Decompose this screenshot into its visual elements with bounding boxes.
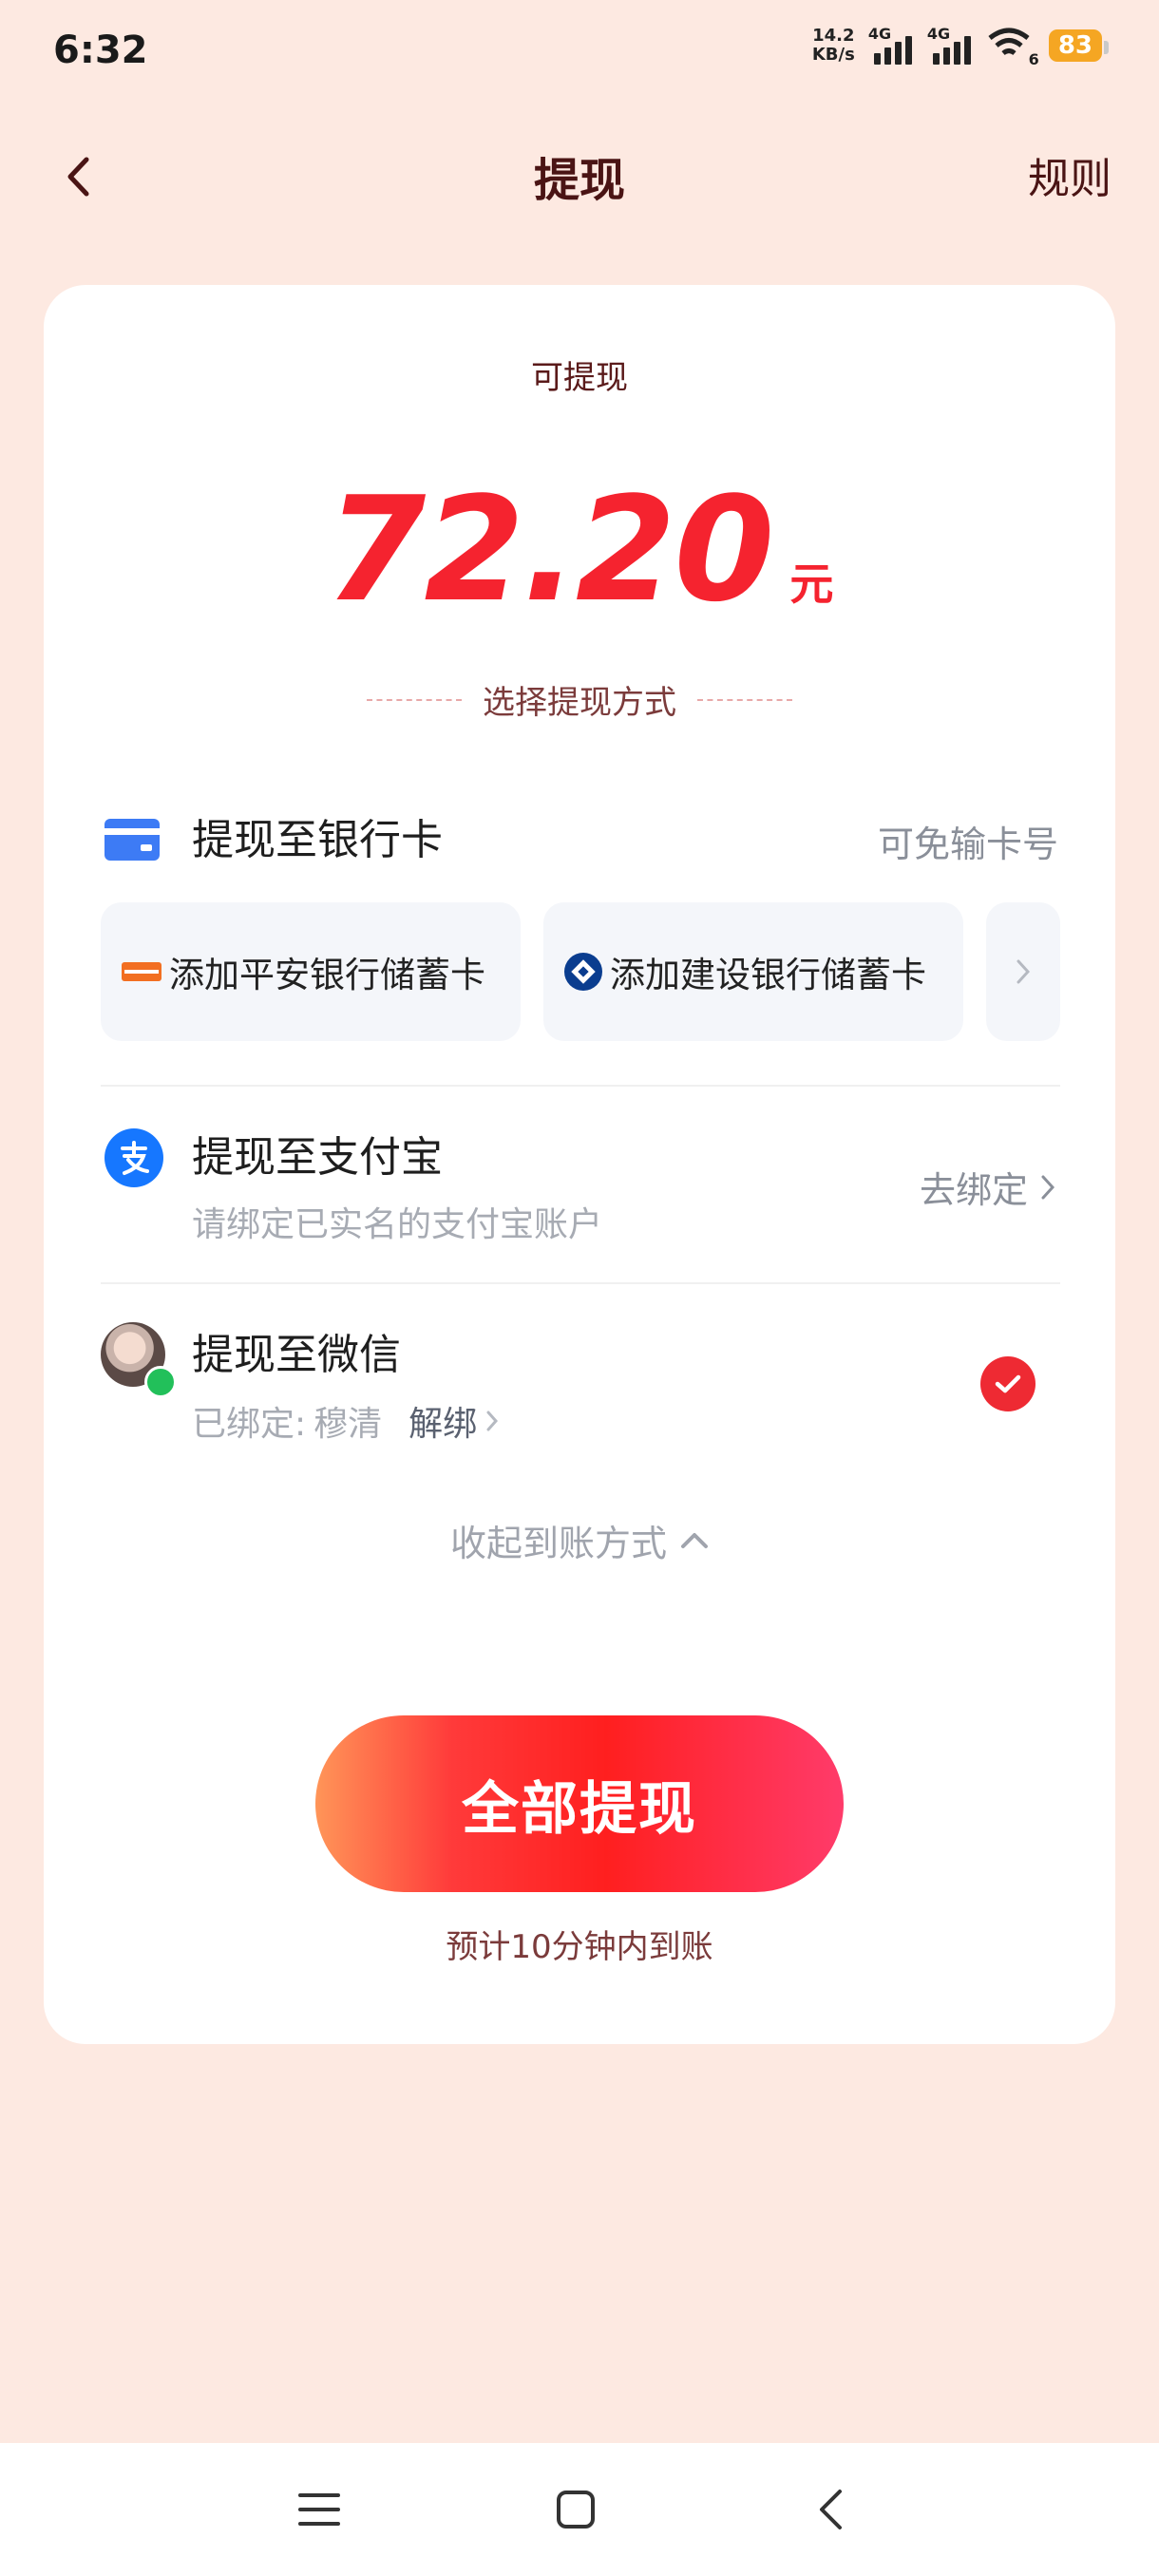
back-nav-button[interactable]: [800, 2479, 861, 2540]
wifi-icon: 6: [986, 27, 1039, 68]
square-home-icon: [557, 2491, 595, 2529]
page-title: 提现: [533, 154, 625, 207]
withdraw-all-button[interactable]: 全部提现: [315, 1715, 844, 1892]
add-ccb-card-button[interactable]: 添加建设银行储蓄卡: [543, 902, 963, 1041]
network-speed: 14.2 KB/s: [811, 26, 855, 65]
back-arrow-icon: [820, 2490, 842, 2529]
add-pingan-card-button[interactable]: 添加平安银行储蓄卡: [101, 902, 521, 1041]
status-icons: 14.2 KB/s 4G 4G 6 83: [811, 25, 1110, 68]
available-label: 可提现: [531, 359, 628, 397]
ccb-bank-icon: [564, 953, 602, 991]
menu-icon: [298, 2493, 340, 2526]
alipay-icon: [104, 1128, 163, 1187]
balance-amount-row: 72.20 元: [0, 465, 1159, 634]
balance-unit: 元: [789, 559, 834, 610]
rules-link[interactable]: 规则: [1028, 144, 1112, 205]
status-time: 6:32: [53, 28, 148, 72]
pingan-bank-icon: [122, 962, 162, 981]
signal-1-icon: 4G: [868, 25, 914, 65]
wechat-selected-checkmark-icon[interactable]: [980, 1356, 1036, 1411]
arrival-estimate: 预计10分钟内到账: [446, 1928, 713, 1966]
more-banks-button[interactable]: [986, 902, 1060, 1041]
collapse-methods-button[interactable]: 收起到账方式: [0, 1514, 1159, 1566]
wechat-icon: [144, 1366, 177, 1398]
bank-card-icon: [104, 819, 160, 861]
divider: [101, 1085, 1060, 1087]
bind-alipay-button[interactable]: 去绑定: [920, 1161, 1054, 1213]
wechat-account-name: 穆清: [314, 1405, 383, 1444]
alipay-subtitle: 请绑定已实名的支付宝账户: [192, 1205, 603, 1244]
signal-2-icon: 4G: [927, 25, 973, 65]
balance-amount: 72.20: [325, 465, 775, 634]
wechat-section-title: 提现至微信: [192, 1331, 401, 1379]
chevron-right-icon: [1041, 1175, 1054, 1199]
chevron-right-icon: [486, 1411, 499, 1431]
chevron-right-icon: [1016, 959, 1030, 984]
chevron-up-icon: [681, 1532, 708, 1548]
menu-nav-button[interactable]: [289, 2479, 350, 2540]
divider: [101, 1282, 1060, 1284]
wechat-bound-info: 已绑定: 穆清 解绑: [192, 1396, 499, 1446]
bank-section-title: 提现至银行卡: [192, 816, 443, 864]
bank-hint: 可免输卡号: [877, 824, 1058, 865]
method-section-divider: 选择提现方式: [0, 676, 1159, 723]
unbind-wechat-button[interactable]: 解绑: [408, 1396, 499, 1446]
alipay-section-title: 提现至支付宝: [192, 1133, 443, 1182]
home-nav-button[interactable]: [545, 2479, 606, 2540]
battery-indicator: 83: [1048, 29, 1110, 62]
